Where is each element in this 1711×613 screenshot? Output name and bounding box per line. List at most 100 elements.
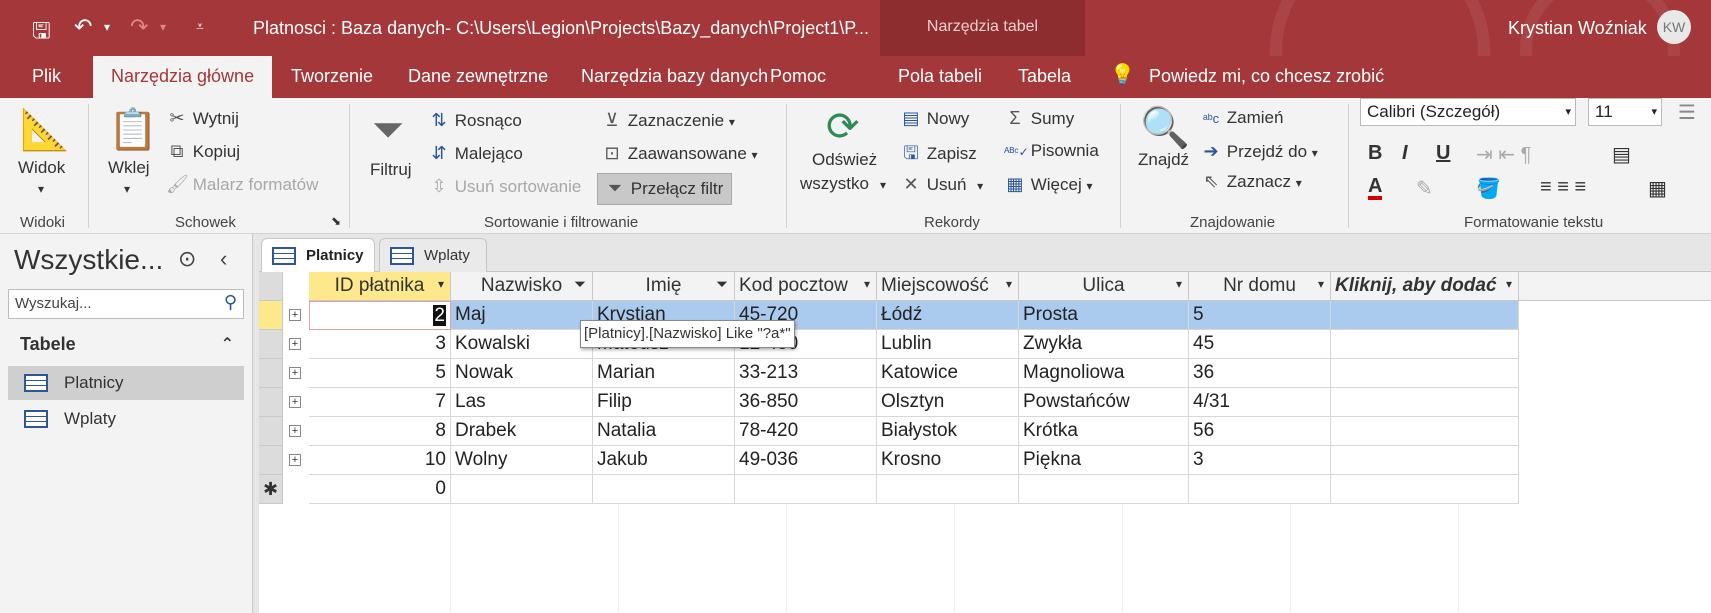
table-row[interactable]: + 8 Drabek Natalia 78-420 Białystok Krót… — [259, 417, 1519, 446]
nav-item-platnicy[interactable]: Platnicy — [8, 366, 244, 400]
cell-id[interactable]: 10 — [309, 446, 451, 475]
filter-applied-icon[interactable]: ⏷ — [716, 276, 728, 293]
refresh-dropdown-icon[interactable]: ▾ — [880, 178, 886, 192]
cell-imie[interactable]: Filip — [593, 388, 735, 417]
column-header-imie[interactable]: Imię ⏷ — [593, 272, 735, 301]
cell-add[interactable] — [1331, 417, 1519, 446]
cell-imie[interactable] — [593, 475, 735, 504]
tab-home[interactable]: Narzędzia główne — [93, 56, 273, 98]
cell-nazwisko[interactable]: Kowalski — [451, 330, 593, 359]
tab-table-fields[interactable]: Pola tabeli — [898, 66, 982, 87]
cell-ulica[interactable]: Zwykła — [1019, 330, 1189, 359]
cell-miejscowosc[interactable]: Katowice — [877, 359, 1019, 388]
replace-button[interactable]: ᵃᵇc Zamień — [1200, 108, 1284, 128]
advanced-filter-button[interactable]: ⊡ Zaawansowane ▾ — [601, 143, 757, 164]
selection-filter-button[interactable]: ⊻ Zaznaczenie ▾ — [601, 110, 734, 131]
cell-nazwisko[interactable]: Las — [451, 388, 593, 417]
tab-create[interactable]: Tworzenie — [291, 66, 373, 87]
cell-nazwisko[interactable] — [451, 475, 593, 504]
table-row[interactable]: + 7 Las Filip 36-850 Olsztyn Powstańców … — [259, 388, 1519, 417]
user-name[interactable]: Krystian Woźniak — [1508, 18, 1647, 39]
new-record-button[interactable]: ▤ Nowy — [900, 108, 969, 129]
paste-button[interactable]: Wklej — [108, 158, 150, 178]
cell-kod[interactable]: 49-036 — [735, 446, 877, 475]
paste-icon[interactable]: 📋 — [108, 106, 158, 153]
view-button[interactable]: Widok — [18, 158, 65, 178]
save-icon[interactable]: 🖫 — [32, 14, 51, 52]
expand-row-icon[interactable]: + — [289, 396, 301, 408]
expand-row-icon[interactable]: + — [289, 454, 301, 466]
undo-dropdown-icon[interactable]: ▾ — [104, 20, 110, 34]
cell-nazwisko[interactable]: Wolny — [451, 446, 593, 475]
tab-external-data[interactable]: Dane zewnętrzne — [408, 66, 548, 87]
cell-id[interactable]: 3 — [309, 330, 451, 359]
cell-ulica[interactable]: Prosta — [1019, 301, 1189, 330]
chevron-down-icon[interactable]: ▾ — [1176, 277, 1182, 291]
cell-kod[interactable]: 33-213 — [735, 359, 877, 388]
cell-miejscowosc[interactable]: Krosno — [877, 446, 1019, 475]
tab-database-tools[interactable]: Narzędzia bazy danych — [581, 66, 768, 87]
nav-menu-icon[interactable]: ⊙ — [178, 246, 196, 272]
cell-id[interactable]: 0 — [309, 475, 451, 504]
nav-pane-title[interactable]: Wszystkie... — [14, 244, 163, 276]
cell-miejscowosc[interactable] — [877, 475, 1019, 504]
cell-nazwisko[interactable]: Nowak — [451, 359, 593, 388]
tell-me-box[interactable]: Powiedz mi, co chcesz zrobić — [1149, 66, 1384, 87]
italic-button[interactable]: I — [1402, 142, 1408, 165]
undo-icon[interactable]: ↶ — [74, 14, 92, 40]
table-row[interactable]: + 2 Maj Krystian 45-720 Łódź Prosta 5 — [259, 301, 1519, 330]
cell-id[interactable]: 2 — [309, 301, 451, 330]
view-icon[interactable]: 📐 — [20, 106, 70, 153]
copy-button[interactable]: ⧉ Kopiuj — [166, 141, 240, 162]
refresh-all-line2[interactable]: wszystko — [800, 174, 869, 194]
more-button[interactable]: ▦ Więcej ▾ — [1004, 174, 1092, 195]
cell-nr-domu[interactable]: 36 — [1189, 359, 1331, 388]
sort-dropdown-icon[interactable]: ▾ — [438, 277, 444, 291]
cell-id[interactable]: 8 — [309, 417, 451, 446]
avatar[interactable]: KW — [1657, 10, 1691, 44]
table-row[interactable]: + 5 Nowak Marian 33-213 Katowice Magnoli… — [259, 359, 1519, 388]
column-header-kod[interactable]: Kod pocztow ▾ — [735, 272, 877, 301]
font-color-button[interactable]: A — [1368, 176, 1383, 200]
cell-nr-domu[interactable]: 3 — [1189, 446, 1331, 475]
expand-row-icon[interactable]: + — [289, 425, 301, 437]
cell-miejscowosc[interactable]: Lublin — [877, 330, 1019, 359]
collapse-pane-icon[interactable]: ‹ — [220, 246, 227, 272]
cell-nr-domu[interactable]: 5 — [1189, 301, 1331, 330]
cell-id[interactable]: 5 — [309, 359, 451, 388]
cut-button[interactable]: ✂ Wytnij — [166, 108, 238, 129]
totals-button[interactable]: Σ Sumy — [1004, 108, 1074, 129]
refresh-all-line1[interactable]: Odśwież — [812, 150, 877, 170]
cell-imie[interactable]: Natalia — [593, 417, 735, 446]
cell-miejscowosc[interactable]: Łódź — [877, 301, 1019, 330]
cell-add[interactable] — [1331, 301, 1519, 330]
new-record-row[interactable]: 0 — [259, 475, 1519, 504]
cell-kod[interactable]: 78-420 — [735, 417, 877, 446]
expand-row-icon[interactable]: + — [289, 338, 301, 350]
cell-id[interactable]: 7 — [309, 388, 451, 417]
column-header-ulica[interactable]: Ulica ▾ — [1019, 272, 1189, 301]
find-icon[interactable]: 🔍 — [1140, 104, 1190, 151]
cell-add[interactable] — [1331, 330, 1519, 359]
cell-ulica[interactable] — [1019, 475, 1189, 504]
doc-tab-wplaty[interactable]: Wplaty — [379, 238, 487, 272]
cell-add[interactable] — [1331, 359, 1519, 388]
clipboard-launcher-icon[interactable]: ⬊ — [331, 214, 341, 228]
tab-table[interactable]: Tabela — [1018, 66, 1071, 87]
column-header-miejscowosc[interactable]: Miejscowość ▾ — [877, 272, 1019, 301]
cell-nr-domu[interactable]: 4/31 — [1189, 388, 1331, 417]
table-row[interactable]: + 3 Kowalski Mateusz 12-430 Lublin Zwykł… — [259, 330, 1519, 359]
goto-button[interactable]: ➔ Przejdź do ▾ — [1200, 141, 1317, 162]
table-row[interactable]: + 10 Wolny Jakub 49-036 Krosno Piękna 3 — [259, 446, 1519, 475]
chevron-down-icon[interactable]: ▾ — [1506, 277, 1512, 291]
select-all-corner[interactable] — [259, 272, 283, 301]
toggle-filter-button[interactable]: ⏷ Przełącz filtr — [597, 173, 732, 205]
cell-ulica[interactable]: Piękna — [1019, 446, 1189, 475]
select-button[interactable]: ⇖ Zaznacz ▾ — [1200, 171, 1301, 192]
tab-help[interactable]: Pomoc — [770, 66, 826, 87]
alternate-row-color-icon[interactable]: ▦ — [1648, 176, 1667, 201]
paste-dropdown-icon[interactable]: ▾ — [124, 182, 130, 196]
column-header-nazwisko[interactable]: Nazwisko ⏷ — [451, 272, 593, 301]
cell-add[interactable] — [1331, 475, 1519, 504]
filter-applied-icon[interactable]: ⏷ — [574, 276, 586, 293]
